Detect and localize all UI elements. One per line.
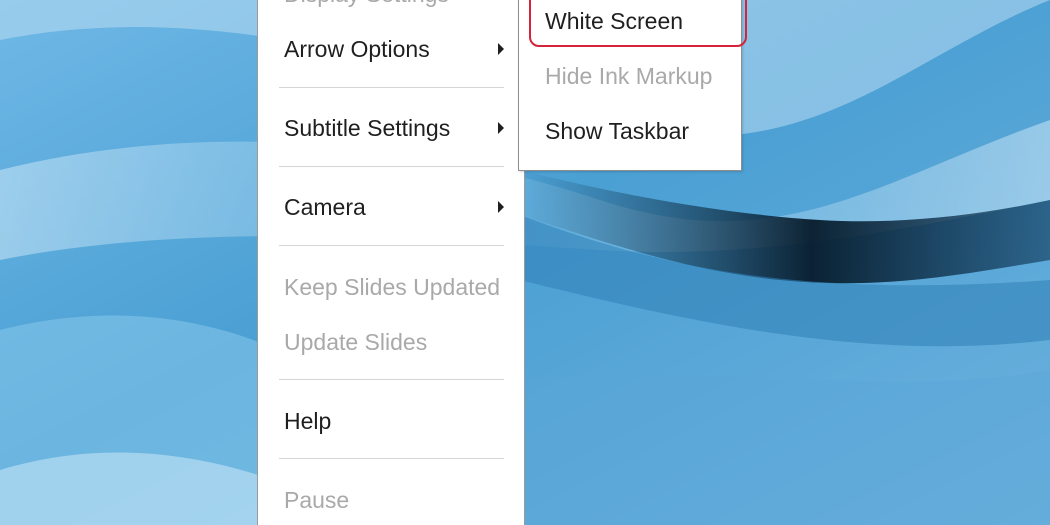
menu-item-label: Pause bbox=[284, 487, 350, 513]
menu-item-update-slides[interactable]: Update Slides bbox=[258, 322, 524, 362]
menu-item-camera[interactable]: Camera bbox=[258, 187, 524, 227]
caret-right-icon bbox=[498, 201, 504, 213]
menu-item-subtitle-settings[interactable]: Subtitle Settings bbox=[258, 108, 524, 148]
menu-item-label: Camera bbox=[284, 194, 366, 220]
context-menu: Display Settings Arrow Options Subtitle … bbox=[257, 0, 525, 525]
menu-item-keep-slides-updated[interactable]: Keep Slides Updated bbox=[258, 267, 524, 307]
menu-item-help[interactable]: Help bbox=[258, 401, 524, 441]
menu-item-label: Hide Ink Markup bbox=[545, 63, 713, 89]
caret-right-icon bbox=[498, 122, 504, 134]
menu-separator bbox=[279, 379, 504, 380]
menu-separator bbox=[279, 458, 504, 459]
highlight-box bbox=[529, 0, 747, 47]
menu-item-pause[interactable]: Pause bbox=[258, 480, 524, 520]
menu-item-label: Subtitle Settings bbox=[284, 115, 451, 141]
menu-item-label: Update Slides bbox=[284, 329, 428, 355]
submenu-item-show-taskbar[interactable]: Show Taskbar bbox=[519, 111, 741, 151]
menu-separator bbox=[279, 245, 504, 246]
menu-item-label: Keep Slides Updated bbox=[284, 274, 501, 300]
menu-item-label: Arrow Options bbox=[284, 36, 430, 62]
menu-separator bbox=[279, 166, 504, 167]
slideshow-screen: Display Settings Arrow Options Subtitle … bbox=[0, 0, 1050, 525]
caret-right-icon bbox=[498, 43, 504, 55]
menu-item-label: Help bbox=[284, 408, 332, 434]
menu-separator bbox=[279, 87, 504, 88]
menu-item-display-settings[interactable]: Display Settings bbox=[258, 0, 524, 20]
menu-item-label: Display Settings bbox=[284, 0, 449, 14]
submenu-item-hide-ink-markup[interactable]: Hide Ink Markup bbox=[519, 56, 741, 96]
menu-item-arrow-options[interactable]: Arrow Options bbox=[258, 29, 524, 69]
menu-item-label: Show Taskbar bbox=[545, 118, 690, 144]
